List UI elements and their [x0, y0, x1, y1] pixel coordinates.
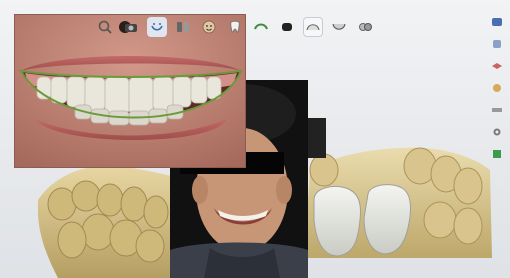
teeth-arch-icon[interactable] — [251, 17, 271, 37]
3d-viewport[interactable] — [0, 0, 510, 278]
smile-design-icon[interactable] — [147, 17, 167, 37]
tooth-icon[interactable] — [225, 17, 245, 37]
upper-arch-icon[interactable] — [303, 17, 323, 37]
right-tool-panel — [486, 10, 508, 272]
face-icon[interactable] — [199, 17, 219, 37]
bite-icon[interactable] — [355, 17, 375, 37]
settings-icon[interactable] — [490, 126, 504, 138]
stone-model-right[interactable] — [300, 140, 495, 270]
jaw-icon[interactable] — [277, 17, 297, 37]
library-icon[interactable] — [173, 17, 193, 37]
color-icon[interactable] — [490, 82, 504, 94]
lower-arch-icon[interactable] — [329, 17, 349, 37]
layer-icon[interactable] — [490, 60, 504, 72]
export-icon[interactable] — [490, 148, 504, 160]
camera-icon[interactable] — [121, 17, 141, 37]
view-front-icon[interactable] — [490, 16, 504, 28]
view-side-icon[interactable] — [490, 38, 504, 50]
measure-icon[interactable] — [490, 104, 504, 116]
top-toolbar — [95, 16, 375, 38]
zoom-icon[interactable] — [95, 17, 115, 37]
occluder-shape — [308, 118, 326, 158]
